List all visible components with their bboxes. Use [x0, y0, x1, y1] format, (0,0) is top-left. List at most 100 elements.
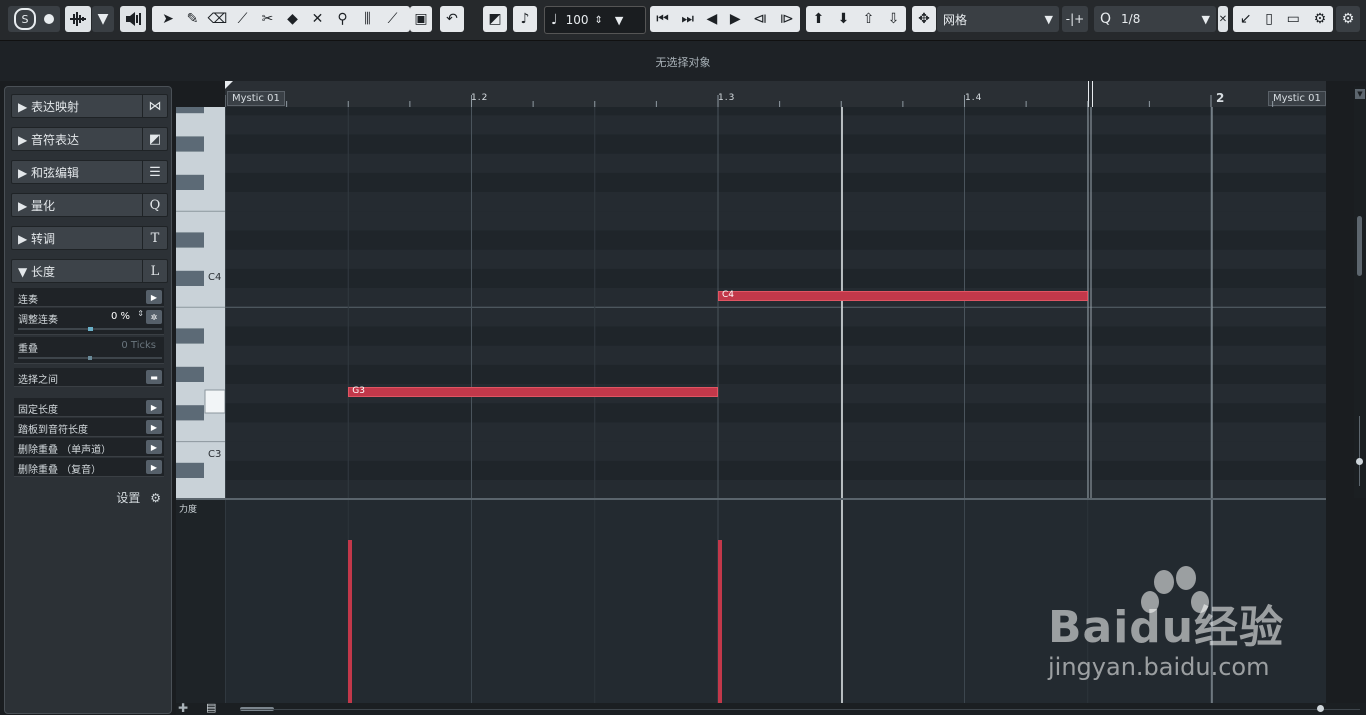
black-key	[176, 107, 204, 114]
velocity-bar[interactable]	[718, 540, 722, 703]
zoom-handle[interactable]	[1356, 458, 1363, 465]
lane-preset-icon[interactable]: ▤	[206, 701, 216, 714]
setup-button[interactable]: ⚙	[1336, 6, 1360, 32]
section-transpose[interactable]: ▶ 转调 T	[11, 226, 168, 250]
note-grid[interactable]: G3 C4	[225, 107, 1326, 498]
zoom-tool-icon[interactable]: ⚲	[330, 11, 355, 27]
black-key	[176, 366, 204, 382]
overlap-label: 重叠	[18, 344, 38, 355]
autoscroll-button[interactable]	[65, 6, 91, 32]
split-tool-icon[interactable]: ✂	[255, 11, 280, 27]
left-zone-icon[interactable]: ▯	[1265, 11, 1273, 27]
c4-key-label: C4	[208, 272, 222, 283]
slider-handle[interactable]	[88, 356, 92, 360]
slider-handle[interactable]	[88, 327, 93, 331]
black-key	[176, 136, 204, 152]
selection-status: 无选择对象	[655, 56, 711, 69]
pedal-to-length-row: 踏板到音符长度 ▶	[14, 418, 164, 437]
adjust-legato-settings-button[interactable]: ✲	[146, 310, 162, 324]
velocity-lane-header[interactable]: 力度	[176, 500, 225, 703]
section-expression-map[interactable]: ▶ 表达映射 ⋈	[11, 94, 168, 118]
lower-zone-icon[interactable]: ▭	[1287, 11, 1300, 27]
down-octave-icon[interactable]: ⇩	[888, 11, 900, 27]
fixed-length-apply-button[interactable]: ▶	[146, 400, 162, 414]
down-icon[interactable]: ⬇	[838, 11, 850, 27]
chevron-down-icon[interactable]: ▼	[615, 14, 623, 27]
delete-overlap-poly-apply-button[interactable]: ▶	[146, 460, 162, 474]
insert-velocity-value[interactable]: 100	[566, 13, 589, 27]
loop-button[interactable]: ↶	[440, 6, 464, 32]
move-right-icon[interactable]: ⧐	[780, 11, 794, 27]
zoom-handle[interactable]	[1317, 705, 1324, 712]
gear-icon: ⚙	[150, 491, 161, 505]
piano-keys[interactable]	[176, 107, 225, 498]
black-key	[176, 328, 204, 344]
snap-to-cursor-button[interactable]: -|+	[1062, 6, 1088, 32]
midi-note[interactable]: C4	[718, 290, 1088, 301]
section-label: ▶ 转调	[18, 232, 56, 246]
add-lane-icon[interactable]: ✚	[178, 701, 188, 715]
autoscroll-dropdown[interactable]: ▼	[92, 6, 114, 32]
goto-end-icon[interactable]: ⏭	[681, 11, 694, 27]
arrow-left-icon[interactable]: ◀	[707, 11, 718, 27]
stepper-icon[interactable]: ⇕	[595, 15, 603, 26]
section-note-expression[interactable]: ▶ 音符表达 ◩	[11, 127, 168, 151]
watermark-url: jingyan.baidu.com	[1048, 653, 1270, 681]
erase-tool-icon[interactable]: ⌫	[205, 11, 230, 27]
up-octave-icon[interactable]: ⇧	[863, 11, 875, 27]
adjust-legato-row: 调整连奏 0 % ⇕ ✲	[14, 308, 164, 335]
window-layout-group: ↙ ▯ ▭ ⚙	[1233, 6, 1333, 32]
vertical-scrollbar[interactable]: ▼	[1354, 86, 1366, 498]
trim-tool-icon[interactable]: ⟋	[230, 11, 255, 27]
up-icon[interactable]: ⬆	[813, 11, 825, 27]
line-tool-icon[interactable]: ⫼	[355, 11, 380, 27]
between-selected-toggle[interactable]: ▬	[146, 370, 162, 384]
picture-icon: ▣	[414, 11, 428, 27]
legato-apply-button[interactable]: ▶	[146, 290, 162, 304]
zoom-slider[interactable]	[1359, 416, 1360, 486]
snap-type-select[interactable]: 网格 ▼	[937, 6, 1059, 32]
zoom-arrow-icon[interactable]: ↙	[1240, 11, 1252, 27]
snap-button[interactable]: ✥	[912, 6, 936, 32]
auto-select-button[interactable]: ◩	[483, 6, 507, 32]
transpose-group: ⬆ ⬇ ⇧ ⇩	[806, 6, 906, 32]
piano-keyboard[interactable]: C4 C3	[176, 107, 225, 498]
insert-velocity-field[interactable]: ♩ 100 ⇕ ▼	[544, 6, 646, 34]
edit-in-place-button[interactable]: ▣	[410, 6, 432, 32]
section-quantize[interactable]: ▶ 量化 Q	[11, 193, 168, 217]
overlap-value[interactable]: 0 Ticks	[121, 340, 156, 351]
horizontal-scrollbar[interactable]: ✚ ▤	[176, 701, 1366, 715]
delete-overlap-mono-apply-button[interactable]: ▶	[146, 440, 162, 454]
note-label: G3	[352, 386, 365, 396]
arrow-right-icon[interactable]: ▶	[730, 11, 741, 27]
toolbar: S ▼ ➤ ✎ ⌫ ⟋ ✂ ◆ ✕ ⚲ ⫼ ⟋ ▣ ↶ ◩ ♪ ♩ 100 ⇕ …	[0, 0, 1366, 40]
settings-link[interactable]: 设置 ⚙	[116, 489, 161, 506]
stepper-icon[interactable]: ⇕	[137, 309, 144, 318]
play-tool-icon[interactable]: ⟋	[380, 11, 405, 27]
record-icon[interactable]	[44, 14, 54, 24]
ruler[interactable]: Mystic 01 1.2 1.3 1.4 2 Mystic 01	[225, 81, 1326, 108]
settings-window-icon[interactable]: ⚙	[1314, 11, 1327, 27]
pedal-to-length-apply-button[interactable]: ▶	[146, 420, 162, 434]
solo-icon[interactable]: S	[14, 8, 36, 30]
scroll-thumb[interactable]	[1357, 216, 1362, 276]
overlap-slider[interactable]	[18, 356, 162, 360]
pointer-tool-icon[interactable]: ➤	[156, 11, 180, 27]
move-left-icon[interactable]: ⧏	[753, 11, 767, 27]
adjust-legato-slider[interactable]	[18, 327, 162, 331]
mute-tool-icon[interactable]: ✕	[305, 11, 330, 27]
draw-tool-icon[interactable]: ✎	[180, 11, 205, 27]
goto-start-icon[interactable]: ⏮	[656, 11, 669, 27]
section-chord-editing[interactable]: ▶ 和弦编辑 ☰	[11, 160, 168, 184]
glue-tool-icon[interactable]: ◆	[280, 11, 305, 27]
quantize-select[interactable]: Q 1/8 ▼	[1094, 6, 1216, 32]
velocity-bar[interactable]	[348, 540, 353, 703]
section-length[interactable]: ▼ 长度 L	[11, 259, 168, 283]
speaker-button[interactable]	[120, 6, 146, 32]
midi-note[interactable]: G3	[348, 386, 718, 397]
scroll-track[interactable]	[240, 709, 1360, 710]
acoustic-feedback-button[interactable]: ♪	[513, 6, 537, 32]
quantize-close[interactable]: ✕	[1218, 6, 1228, 32]
adjust-legato-value[interactable]: 0 %	[111, 311, 130, 322]
scroll-menu-icon[interactable]: ▼	[1355, 89, 1365, 99]
